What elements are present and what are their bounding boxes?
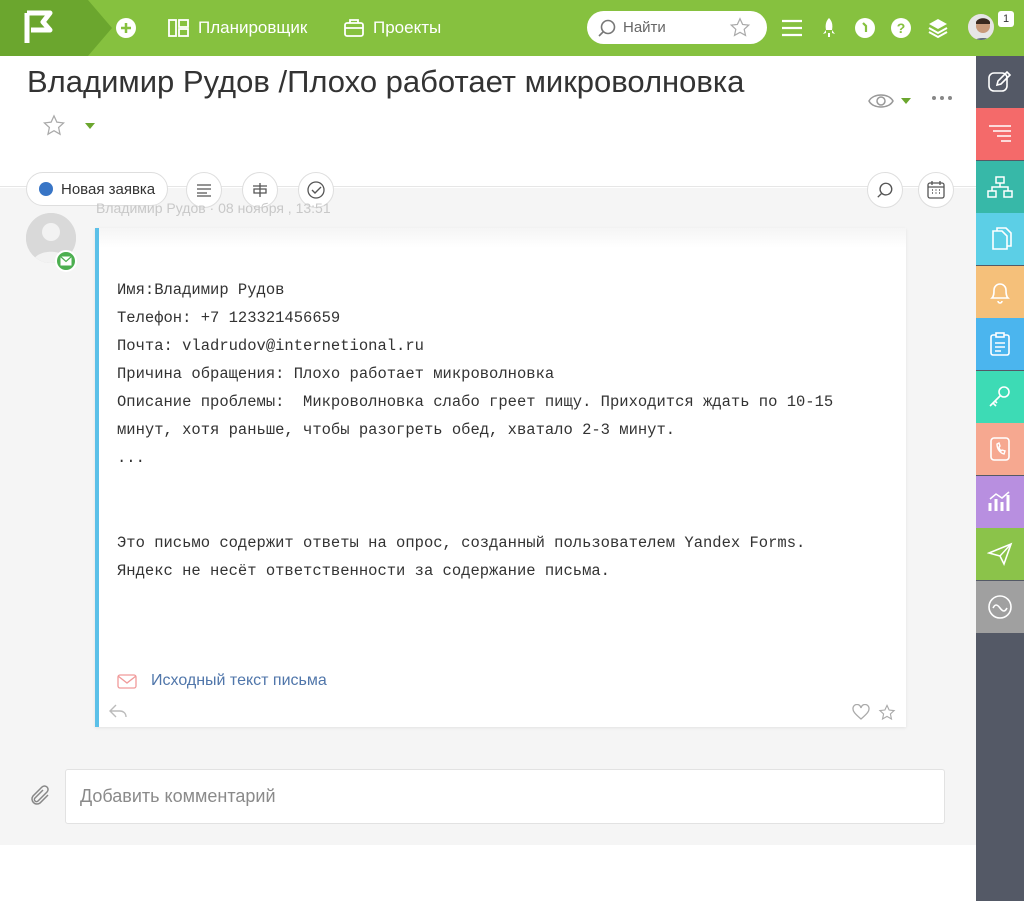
comment-input[interactable]: Добавить комментарий bbox=[65, 769, 945, 824]
bell-icon bbox=[990, 283, 1010, 304]
watch-toggle[interactable] bbox=[868, 92, 912, 110]
rb-analytics[interactable] bbox=[976, 476, 1024, 528]
list-icon bbox=[989, 125, 1011, 142]
top-bar: Планировщик Проекты Найти ? 1 bbox=[0, 0, 1024, 56]
card-fade bbox=[99, 228, 906, 248]
nav-planner-label: Планировщик bbox=[198, 18, 308, 37]
help-icon[interactable]: ? bbox=[889, 16, 913, 40]
message-line: Описание проблемы: Микроволновка слабо г… bbox=[117, 393, 834, 411]
phone-book-icon bbox=[990, 437, 1010, 461]
message-line: минут, хотя раньше, чтобы разогреть обед… bbox=[117, 421, 676, 439]
logo[interactable] bbox=[0, 0, 88, 56]
send-icon bbox=[987, 542, 1013, 567]
status-dot bbox=[39, 182, 53, 196]
search-placeholder: Найти bbox=[623, 19, 666, 36]
eye-icon bbox=[868, 94, 894, 108]
org-chart-icon bbox=[987, 176, 1013, 198]
user-avatar[interactable] bbox=[966, 12, 996, 42]
calendar-button[interactable] bbox=[918, 172, 954, 208]
calendar-icon bbox=[927, 181, 945, 199]
documents-icon bbox=[992, 227, 1012, 250]
timer-icon[interactable] bbox=[853, 16, 877, 40]
clipboard-icon bbox=[990, 332, 1010, 356]
nav-projects[interactable]: Проекты bbox=[343, 0, 441, 56]
chevron-down-icon bbox=[901, 98, 911, 104]
svg-text:?: ? bbox=[897, 20, 906, 36]
message-meta: Владимир Рудов · 08 ноября , 13:51 bbox=[96, 200, 331, 216]
menu-icon[interactable] bbox=[780, 16, 804, 40]
reply-icon[interactable] bbox=[109, 704, 127, 718]
search-icon bbox=[598, 19, 616, 37]
wave-icon bbox=[988, 595, 1012, 619]
add-button[interactable] bbox=[116, 0, 144, 56]
mail-source-badge bbox=[55, 250, 77, 272]
rb-documents[interactable] bbox=[976, 213, 1024, 265]
rb-keys[interactable] bbox=[976, 371, 1024, 423]
plus-circle-icon bbox=[116, 18, 136, 38]
rb-org-chart[interactable] bbox=[976, 161, 1024, 213]
briefcase-icon bbox=[344, 19, 364, 37]
layers-icon[interactable] bbox=[926, 16, 950, 40]
nav-projects-label: Проекты bbox=[373, 18, 442, 37]
message-card: Имя:Владимир Рудов Телефон: +7 123321456… bbox=[95, 228, 906, 727]
rb-clipboard[interactable] bbox=[976, 318, 1024, 370]
message-line: Имя:Владимир Рудов bbox=[117, 281, 285, 299]
notification-badge: 1 bbox=[998, 11, 1014, 27]
message-line: ... bbox=[117, 449, 145, 467]
more-options-icon[interactable] bbox=[932, 96, 952, 100]
search-icon bbox=[877, 182, 893, 198]
rb-wave[interactable] bbox=[976, 581, 1024, 633]
card-actions bbox=[852, 704, 896, 721]
edit-icon bbox=[988, 70, 1012, 92]
search-box[interactable]: Найти bbox=[587, 11, 767, 44]
rb-notifications[interactable] bbox=[976, 266, 1024, 318]
flag-logo-icon bbox=[24, 10, 53, 43]
text-lines-icon bbox=[197, 184, 211, 197]
chevron-down-icon[interactable] bbox=[84, 122, 96, 130]
message-footer-line: Яндекс не несёт ответственности за содер… bbox=[117, 562, 610, 580]
comment-placeholder: Добавить комментарий bbox=[80, 786, 276, 806]
key-icon bbox=[989, 386, 1010, 407]
analytics-icon bbox=[988, 491, 1010, 511]
paperclip-icon[interactable] bbox=[30, 784, 52, 808]
gantt-icon bbox=[253, 183, 267, 197]
star-icon[interactable] bbox=[878, 704, 896, 721]
message-line: Телефон: +7 123321456659 bbox=[117, 309, 341, 327]
envelope-icon bbox=[117, 673, 137, 689]
heart-icon[interactable] bbox=[852, 704, 870, 720]
task-title: Владимир Рудов /Плохо работает микроволн… bbox=[27, 64, 745, 99]
planner-icon bbox=[168, 19, 189, 37]
envelope-icon bbox=[60, 256, 72, 266]
nav-planner[interactable]: Планировщик bbox=[168, 0, 307, 56]
favorites-star-icon[interactable] bbox=[729, 17, 751, 38]
title-actions bbox=[42, 114, 96, 137]
original-text-label: Исходный текст письма bbox=[151, 672, 327, 689]
feed-search-button[interactable] bbox=[867, 172, 903, 208]
status-label: Новая заявка bbox=[61, 180, 156, 198]
original-text-link[interactable]: Исходный текст письма bbox=[117, 672, 327, 690]
user-photo-icon bbox=[968, 14, 994, 40]
message-footer-line: Это письмо содержит ответы на опрос, соз… bbox=[117, 534, 806, 552]
rb-edit[interactable] bbox=[976, 56, 1024, 108]
message-line: Почта: vladrudov@internetional.ru bbox=[117, 337, 424, 355]
right-sidebar bbox=[976, 56, 1024, 901]
check-circle-icon bbox=[307, 181, 325, 199]
rb-send[interactable] bbox=[976, 528, 1024, 580]
logo-arrow bbox=[88, 0, 112, 56]
rb-contacts[interactable] bbox=[976, 423, 1024, 475]
message-line: Причина обращения: Плохо работает микров… bbox=[117, 365, 555, 383]
favorite-star-icon[interactable] bbox=[42, 114, 66, 137]
rb-list[interactable] bbox=[976, 108, 1024, 160]
rocket-icon[interactable] bbox=[817, 16, 841, 40]
